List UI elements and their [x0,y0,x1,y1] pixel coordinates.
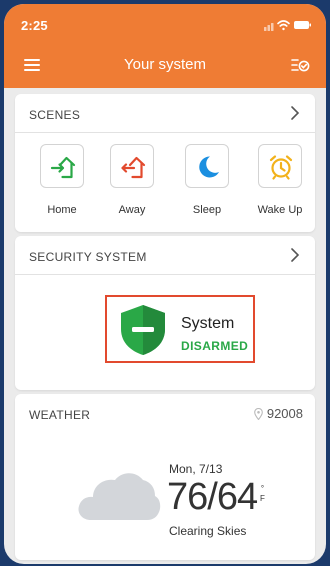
alarm-clock-icon [269,155,293,180]
divider [15,274,315,275]
weather-unit: ° F [260,484,265,504]
security-card: SECURITY SYSTEM System DISARMED [15,236,315,390]
scene-home-button[interactable] [40,144,84,188]
home-arrow-out-icon [121,156,146,179]
checklist-icon[interactable] [290,56,310,74]
page-indicator[interactable] [164,556,182,564]
system-status-tile[interactable]: System DISARMED [105,295,255,363]
divider [15,132,315,133]
security-title: SECURITY SYSTEM [29,250,147,264]
wifi-icon [277,20,290,31]
weather-date: Mon, 7/13 [169,462,223,476]
scenes-card: SCENES Home Away Sleep Wake Up [15,94,315,232]
weather-title: WEATHER [29,408,91,422]
weather-temperature: 76/64 [167,476,258,518]
location-pin-icon [253,407,263,421]
home-arrow-in-icon [50,156,76,179]
status-time: 2:25 [21,18,48,33]
app-header: 2:25 Your system [4,4,326,88]
weather-location[interactable]: 92008 [253,406,303,421]
scene-away-label: Away [118,204,146,216]
scene-wakeup-button[interactable] [258,144,302,188]
chevron-right-icon[interactable] [289,104,301,122]
scene-sleep-label: Sleep [192,204,222,216]
shield-minus-icon [121,305,165,355]
scene-wakeup-label: Wake Up [257,204,303,216]
scene-sleep-button[interactable] [185,144,229,188]
signal-icon [264,23,274,31]
degree-symbol: ° [260,484,265,493]
weather-condition: Clearing Skies [169,524,247,538]
phone-screen: 2:25 Your system SCENES Home Away Sleep … [4,4,326,564]
weather-card: WEATHER 92008 Mon, 7/13 76/64 ° F Cleari… [15,394,315,560]
status-icons [264,20,311,31]
chevron-right-icon[interactable] [289,246,301,264]
page-title: Your system [124,56,206,73]
cloud-icon [78,473,161,520]
unit-letter: F [260,494,265,503]
system-status-text: DISARMED [181,339,249,353]
scenes-title: SCENES [29,108,81,122]
weather-zip-code: 92008 [266,406,303,421]
moon-icon [199,156,219,178]
system-label: System [181,315,235,332]
scene-home-label: Home [47,204,77,216]
scene-away-button[interactable] [110,144,154,188]
battery-icon [294,21,311,29]
